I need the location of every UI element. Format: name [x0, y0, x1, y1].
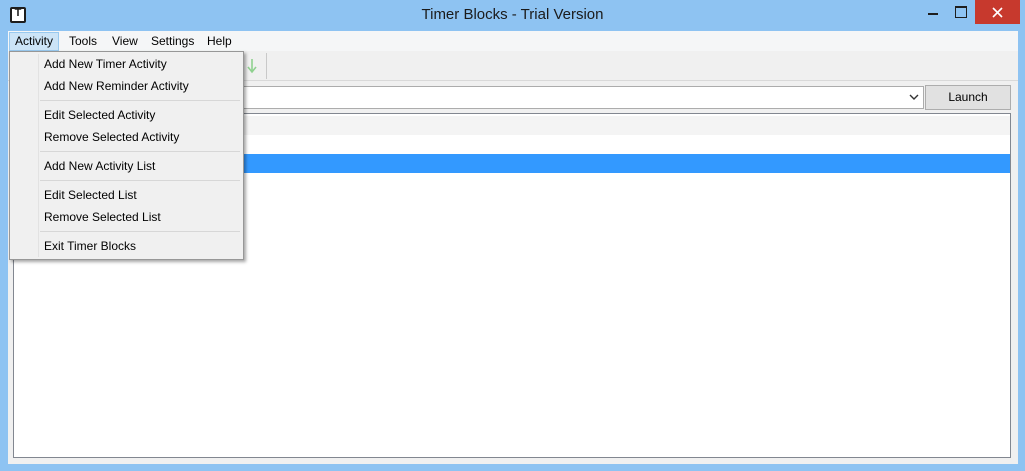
menu-add-timer-activity[interactable]: Add New Timer Activity — [12, 53, 241, 75]
close-icon — [992, 6, 1003, 18]
app-window: T Timer Blocks - Trial Version Activity … — [0, 0, 1025, 471]
menu-separator — [40, 231, 240, 232]
menu-tools[interactable]: Tools — [63, 32, 103, 51]
menu-separator — [40, 151, 240, 152]
minimize-button[interactable] — [918, 0, 947, 24]
menu-activity[interactable]: Activity — [9, 32, 60, 51]
menu-view[interactable]: View — [106, 32, 144, 51]
menu-help[interactable]: Help — [201, 32, 238, 51]
menu-settings[interactable]: Settings — [145, 32, 200, 51]
window-title: Timer Blocks - Trial Version — [421, 6, 604, 23]
arrow-down-icon — [247, 58, 257, 73]
menu-separator — [40, 100, 240, 101]
menu-add-reminder-activity[interactable]: Add New Reminder Activity — [12, 75, 241, 97]
launch-button[interactable]: Launch — [925, 85, 1011, 110]
menu-exit-timer-blocks[interactable]: Exit Timer Blocks — [12, 235, 241, 257]
menu-bar: Activity Tools View Settings Help — [8, 31, 1018, 51]
close-button[interactable] — [975, 0, 1020, 24]
maximize-button[interactable] — [947, 0, 974, 24]
menu-edit-selected-activity[interactable]: Edit Selected Activity — [12, 104, 241, 126]
menu-edit-selected-list[interactable]: Edit Selected List — [12, 184, 241, 206]
title-bar[interactable]: T Timer Blocks - Trial Version — [0, 0, 1025, 31]
menu-separator — [40, 180, 240, 181]
menu-add-new-activity-list[interactable]: Add New Activity List — [12, 155, 241, 177]
menu-remove-selected-list[interactable]: Remove Selected List — [12, 206, 241, 228]
menu-remove-selected-activity[interactable]: Remove Selected Activity — [12, 126, 241, 148]
activity-menu-dropdown: Add New Timer Activity Add New Reminder … — [9, 51, 244, 260]
chevron-down-icon — [909, 94, 919, 100]
toolbar-separator — [266, 53, 267, 79]
